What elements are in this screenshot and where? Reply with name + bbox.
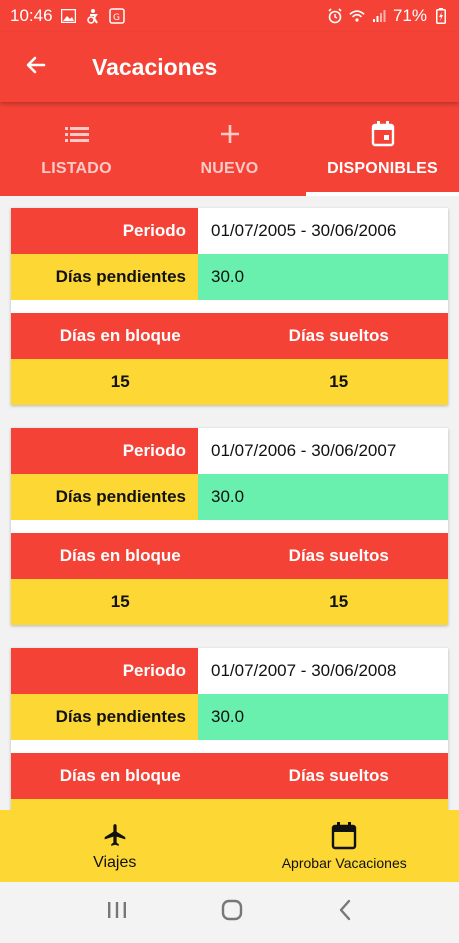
periodo-label: Periodo xyxy=(11,208,198,254)
app-bar: Vacaciones xyxy=(0,32,459,102)
tab-label: NUEVO xyxy=(200,160,259,177)
bloque-value: 15 xyxy=(110,592,130,611)
sueltos-value: 15 xyxy=(329,592,349,611)
vacation-card: Periodo 01/07/2006 - 30/06/2007 Días pen… xyxy=(11,428,448,625)
alarm-icon xyxy=(327,8,343,24)
tab-bar: LISTADO NUEVO DISPONIBLES xyxy=(0,102,459,196)
recents-icon[interactable] xyxy=(106,900,128,925)
periodo-value: 01/07/2007 - 30/06/2008 xyxy=(198,648,448,694)
pendientes-value: 30.0 xyxy=(198,474,448,520)
list-icon xyxy=(64,120,89,148)
wifi-icon xyxy=(349,8,365,24)
tab-nuevo[interactable]: NUEVO xyxy=(153,102,306,196)
home-icon[interactable] xyxy=(220,898,244,927)
bloque-header: Días en bloque xyxy=(59,766,181,785)
bottom-nav-aprobar[interactable]: Aprobar Vacaciones xyxy=(230,810,459,882)
back-button[interactable] xyxy=(0,32,72,102)
plus-icon xyxy=(219,120,241,148)
calendar-icon xyxy=(371,120,395,148)
bloque-value: 15 xyxy=(110,372,130,391)
status-time: 10:46 xyxy=(10,6,53,25)
tab-listado[interactable]: LISTADO xyxy=(0,102,153,196)
bloque-value: 15 xyxy=(11,799,230,810)
accessibility-icon xyxy=(85,8,101,24)
bottom-nav-label: Aprobar Vacaciones xyxy=(281,855,407,871)
svg-text:G: G xyxy=(113,13,120,23)
pendientes-value: 30.0 xyxy=(198,694,448,740)
sueltos-value: 15 xyxy=(230,799,449,810)
translate-icon: G xyxy=(108,8,125,24)
sueltos-header: Días sueltos xyxy=(288,326,389,345)
bottom-nav: Viajes Aprobar Vacaciones xyxy=(0,810,459,882)
tab-disponibles[interactable]: DISPONIBLES xyxy=(306,102,459,196)
pendientes-label: Días pendientes xyxy=(11,694,198,740)
system-nav-bar xyxy=(0,882,459,943)
bloque-header: Días en bloque xyxy=(59,546,181,565)
periodo-label: Periodo xyxy=(11,648,198,694)
status-bar: 10:46 G 71% xyxy=(0,0,459,32)
vacation-list[interactable]: Periodo 01/07/2005 - 30/06/2006 Días pen… xyxy=(0,196,459,810)
pendientes-label: Días pendientes xyxy=(11,474,198,520)
bottom-nav-viajes[interactable]: Viajes xyxy=(0,810,230,882)
periodo-value: 01/07/2005 - 30/06/2006 xyxy=(198,208,448,254)
arrow-left-icon xyxy=(24,53,48,82)
tab-label: LISTADO xyxy=(41,160,112,177)
battery-percent: 71% xyxy=(392,6,427,25)
periodo-label: Periodo xyxy=(11,428,198,474)
signal-icon xyxy=(371,8,387,24)
calendar-outline-icon xyxy=(331,821,357,851)
pendientes-value: 30.0 xyxy=(198,254,448,300)
sueltos-value: 15 xyxy=(329,372,349,391)
tab-label: DISPONIBLES xyxy=(327,160,438,177)
back-chevron-icon[interactable] xyxy=(337,898,353,927)
battery-charging-icon xyxy=(433,8,449,24)
page-title: Vacaciones xyxy=(92,53,218,80)
pendientes-label: Días pendientes xyxy=(11,254,198,300)
vacation-card: Periodo 01/07/2005 - 30/06/2006 Días pen… xyxy=(11,208,448,405)
vacation-card: Periodo 01/07/2007 - 30/06/2008 Días pen… xyxy=(11,648,448,810)
bottom-nav-label: Viajes xyxy=(93,854,137,871)
periodo-value: 01/07/2006 - 30/06/2007 xyxy=(198,428,448,474)
airplane-icon xyxy=(102,820,128,850)
sueltos-header: Días sueltos xyxy=(288,546,389,565)
image-icon xyxy=(61,8,77,24)
sueltos-header: Días sueltos xyxy=(288,766,389,785)
bloque-header: Días en bloque xyxy=(59,326,181,345)
